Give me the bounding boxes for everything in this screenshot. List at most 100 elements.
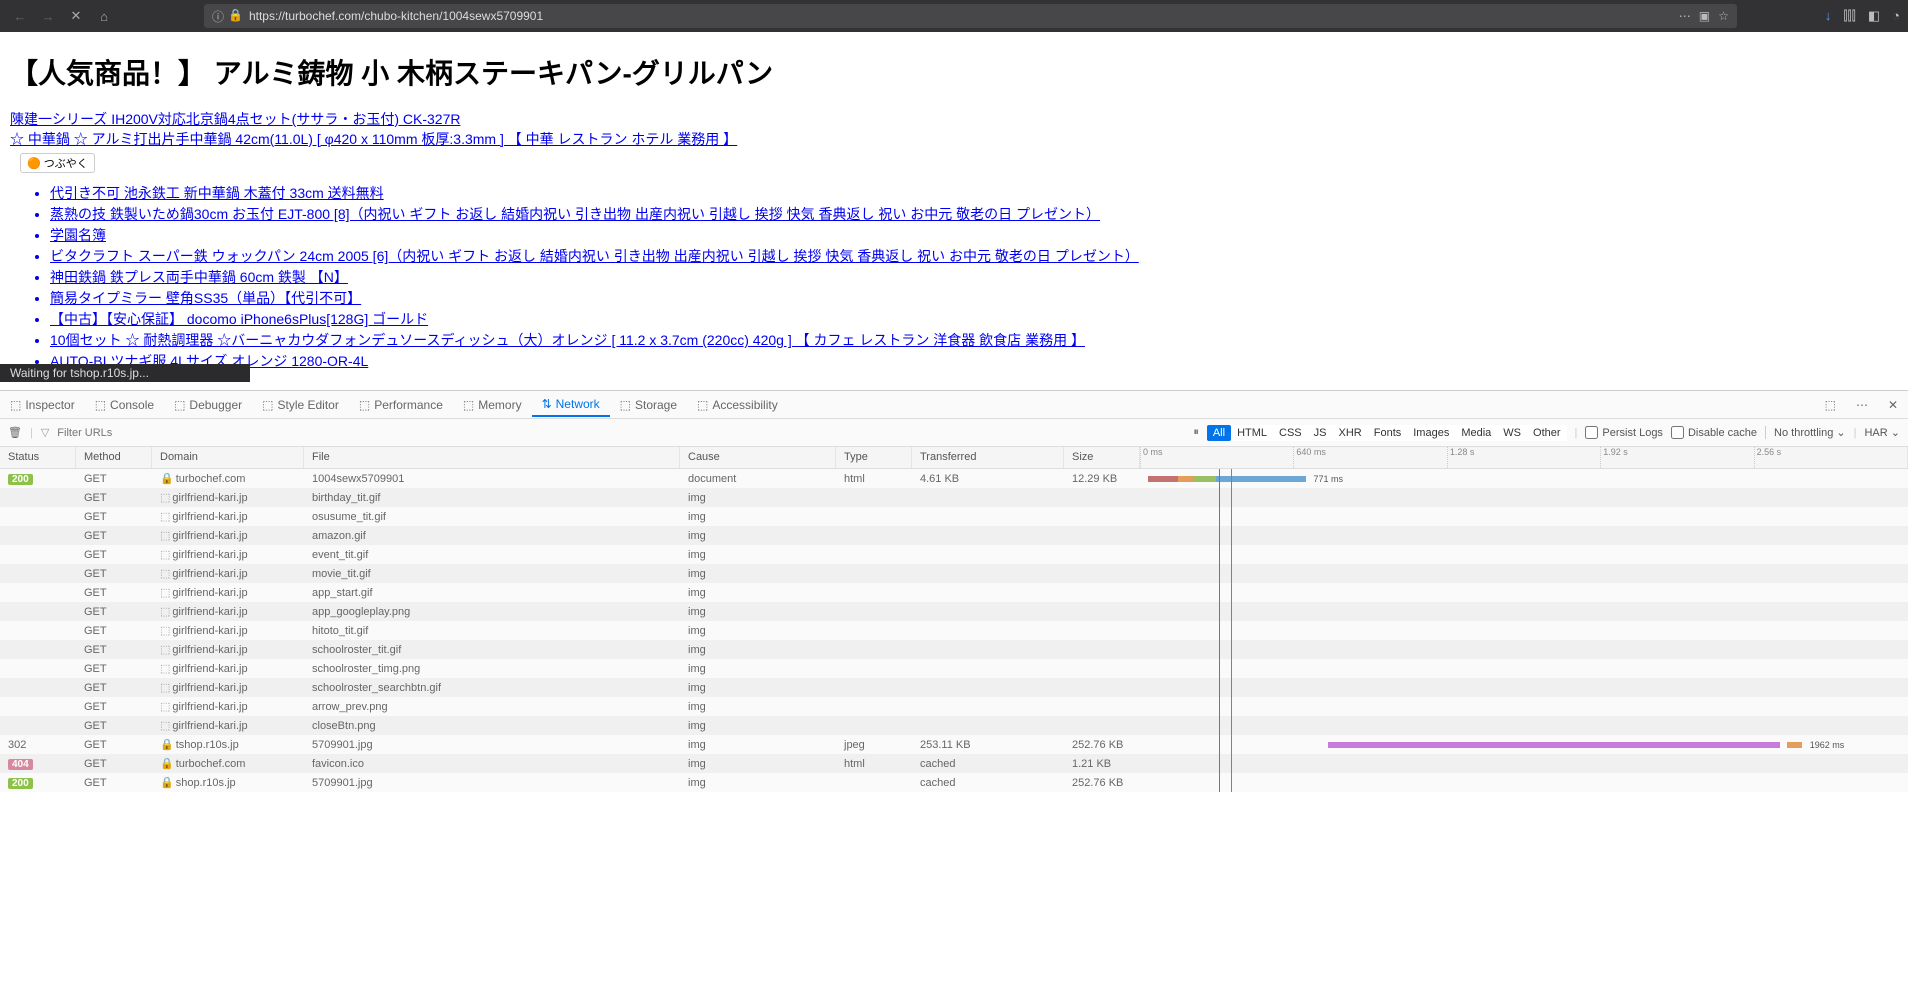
- url-text: https://turbochef.com/chubo-kitchen/1004…: [249, 9, 543, 23]
- col-waterfall: 0 ms640 ms1.28 s1.92 s2.56 s: [1140, 447, 1908, 468]
- devtools-tab-network[interactable]: ⇅ Network: [532, 393, 610, 417]
- library-icon[interactable]: ⫿⫿⫿: [1843, 8, 1855, 24]
- page-link[interactable]: 蒸熟の技 鉄製いため鍋30cm お玉付 EJT-800 [8]（内祝い ギフト …: [50, 206, 1100, 222]
- close-icon[interactable]: ✕: [1878, 394, 1908, 416]
- lock-icon: 🔒: [160, 758, 174, 770]
- lock-icon: 🔒: [160, 739, 174, 751]
- lock-warning-icon[interactable]: 🔒: [228, 8, 243, 25]
- list-item: 蒸熟の技 鉄製いため鍋30cm お玉付 EJT-800 [8]（内祝い ギフト …: [50, 204, 1898, 225]
- devtools-tabs: ⬚ Inspector⬚ Console⬚ Debugger⬚ Style Ed…: [0, 391, 1908, 419]
- reader-icon[interactable]: ▣: [1699, 9, 1710, 23]
- filter-icon[interactable]: ▽: [41, 426, 49, 439]
- page-link[interactable]: 神田鉄鍋 鉄プレス両手中華鍋 60cm 鉄製 【N】: [50, 269, 348, 285]
- account-icon[interactable]: ◔: [1892, 8, 1900, 24]
- home-button[interactable]: ⌂: [92, 4, 116, 28]
- network-row[interactable]: GET⬚girlfriend-kari.jparrow_prev.pngimg: [0, 697, 1908, 716]
- tick: 0 ms: [1140, 447, 1293, 468]
- download-icon[interactable]: ↓: [1825, 8, 1832, 24]
- filter-ws[interactable]: WS: [1497, 425, 1527, 441]
- network-row[interactable]: GET⬚girlfriend-kari.jpschoolroster_timg.…: [0, 659, 1908, 678]
- devtools-tab-style-editor[interactable]: ⬚ Style Editor: [252, 394, 349, 416]
- list-item: 10個セット ☆ 耐熱調理器 ☆バーニャカウダフォンデュソースディッシュ（大）オ…: [50, 330, 1898, 351]
- network-row[interactable]: 404GET🔒turbochef.comfavicon.icoimghtmlca…: [0, 754, 1908, 773]
- throttle-select[interactable]: No throttling ⌄: [1765, 426, 1846, 439]
- more-icon[interactable]: ⋯: [1846, 394, 1878, 416]
- devtools-tab-debugger[interactable]: ⬚ Debugger: [164, 394, 252, 416]
- pause-icon[interactable]: ⏸: [1193, 426, 1199, 439]
- forward-button[interactable]: →: [36, 4, 60, 28]
- page-link[interactable]: 陳建一シリーズ IH200V対応北京鍋4点セット(ササラ・お玉付) CK-327…: [10, 110, 1898, 130]
- network-row[interactable]: GET⬚girlfriend-kari.jpapp_googleplay.png…: [0, 602, 1908, 621]
- tab-icon: ⬚: [359, 398, 370, 412]
- persist-logs-check[interactable]: Persist Logs: [1585, 426, 1663, 439]
- bookmark-icon[interactable]: ☆: [1718, 9, 1729, 23]
- tab-icon: ⬚: [620, 398, 631, 412]
- list-item: 簡易タイプミラー 壁角SS35（単品）【代引不可】: [50, 288, 1898, 309]
- devtools-tab-accessibility[interactable]: ⬚ Accessibility: [687, 394, 788, 416]
- stop-button[interactable]: ✕: [64, 4, 88, 28]
- network-row[interactable]: 200GET🔒turbochef.com1004sewx5709901docum…: [0, 469, 1908, 488]
- col-cause[interactable]: Cause: [680, 447, 836, 468]
- lock-icon: 🔒: [160, 473, 174, 485]
- network-row[interactable]: GET⬚girlfriend-kari.jpapp_start.gifimg: [0, 583, 1908, 602]
- devtools-tab-console[interactable]: ⬚ Console: [85, 394, 164, 416]
- page-link[interactable]: ビタクラフト スーパー鉄 ウォックパン 24cm 2005 [6]（内祝い ギフ…: [50, 248, 1139, 264]
- col-type[interactable]: Type: [836, 447, 912, 468]
- list-item: 代引き不可 池永鉄工 新中華鍋 木蓋付 33cm 送料無料: [50, 183, 1898, 204]
- page-link[interactable]: 10個セット ☆ 耐熱調理器 ☆バーニャカウダフォンデュソースディッシュ（大）オ…: [50, 332, 1085, 348]
- col-size[interactable]: Size: [1064, 447, 1140, 468]
- col-transferred[interactable]: Transferred: [912, 447, 1064, 468]
- tab-icon: ⬚: [95, 398, 106, 412]
- network-row[interactable]: GET⬚girlfriend-kari.jpcloseBtn.pngimg: [0, 716, 1908, 735]
- url-bar[interactable]: ⓘ 🔒 https://turbochef.com/chubo-kitchen/…: [204, 4, 1737, 28]
- col-status[interactable]: Status: [0, 447, 76, 468]
- filter-fonts[interactable]: Fonts: [1368, 425, 1408, 441]
- har-button[interactable]: HAR ⌄: [1864, 426, 1900, 439]
- info-icon[interactable]: ⓘ: [212, 8, 224, 25]
- network-row[interactable]: GET⬚girlfriend-kari.jphitoto_tit.gifimg: [0, 621, 1908, 640]
- back-button[interactable]: ←: [8, 4, 32, 28]
- page-link[interactable]: 簡易タイプミラー 壁角SS35（単品）【代引不可】: [50, 290, 361, 306]
- col-domain[interactable]: Domain: [152, 447, 304, 468]
- tweet-button[interactable]: 🟠 つぶやく: [20, 153, 95, 173]
- devtools-tab-memory[interactable]: ⬚ Memory: [453, 394, 532, 416]
- network-row[interactable]: GET⬚girlfriend-kari.jpschoolroster_tit.g…: [0, 640, 1908, 659]
- list-item: AUTO-BI ツナギ服 4Lサイズ オレンジ 1280-OR-4L: [50, 351, 1898, 372]
- filter-html[interactable]: HTML: [1231, 425, 1273, 441]
- sidebar-icon[interactable]: ◧: [1868, 8, 1880, 24]
- tick: 640 ms: [1293, 447, 1446, 468]
- network-row[interactable]: GET⬚girlfriend-kari.jpschoolroster_searc…: [0, 678, 1908, 697]
- col-file[interactable]: File: [304, 447, 680, 468]
- filter-xhr[interactable]: XHR: [1333, 425, 1368, 441]
- disable-cache-check[interactable]: Disable cache: [1671, 426, 1757, 439]
- more-icon[interactable]: ⋯: [1679, 9, 1691, 23]
- filter-media[interactable]: Media: [1455, 425, 1497, 441]
- col-method[interactable]: Method: [76, 447, 152, 468]
- responsive-icon[interactable]: ⬚: [1815, 394, 1846, 416]
- network-row[interactable]: 302GET🔒tshop.r10s.jp5709901.jpgimgjpeg25…: [0, 735, 1908, 754]
- devtools-tab-performance[interactable]: ⬚ Performance: [349, 394, 453, 416]
- network-row[interactable]: GET⬚girlfriend-kari.jpevent_tit.gifimg: [0, 545, 1908, 564]
- network-row[interactable]: GET⬚girlfriend-kari.jpbirthday_tit.gifim…: [0, 488, 1908, 507]
- tick: 1.28 s: [1447, 447, 1600, 468]
- devtools-tab-storage[interactable]: ⬚ Storage: [610, 394, 687, 416]
- filter-images[interactable]: Images: [1407, 425, 1455, 441]
- clear-icon[interactable]: 🗑: [8, 426, 22, 439]
- network-row[interactable]: GET⬚girlfriend-kari.jpmovie_tit.gifimg: [0, 564, 1908, 583]
- tick: 2.56 s: [1754, 447, 1907, 468]
- filter-js[interactable]: JS: [1308, 425, 1333, 441]
- page-link[interactable]: 代引き不可 池永鉄工 新中華鍋 木蓋付 33cm 送料無料: [50, 185, 384, 201]
- devtools-tab-inspector[interactable]: ⬚ Inspector: [0, 394, 85, 416]
- filter-other[interactable]: Other: [1527, 425, 1567, 441]
- tab-icon: ⬚: [174, 398, 185, 412]
- page-link[interactable]: 【中古】【安心保証】 docomo iPhone6sPlus[128G] ゴール…: [50, 311, 428, 327]
- network-row[interactable]: GET⬚girlfriend-kari.jpamazon.gifimg: [0, 526, 1908, 545]
- filter-input[interactable]: [57, 427, 177, 439]
- filter-all[interactable]: All: [1207, 425, 1231, 441]
- list-item: 学園名簿: [50, 225, 1898, 246]
- page-link[interactable]: ☆ 中華鍋 ☆ アルミ打出片手中華鍋 42cm(11.0L) [ φ420 x …: [10, 130, 1898, 150]
- page-link[interactable]: 学園名簿: [50, 227, 106, 243]
- filter-css[interactable]: CSS: [1273, 425, 1308, 441]
- network-row[interactable]: GET⬚girlfriend-kari.jposusume_tit.gifimg: [0, 507, 1908, 526]
- network-row[interactable]: 200GET🔒shop.r10s.jp5709901.jpgimgcached2…: [0, 773, 1908, 792]
